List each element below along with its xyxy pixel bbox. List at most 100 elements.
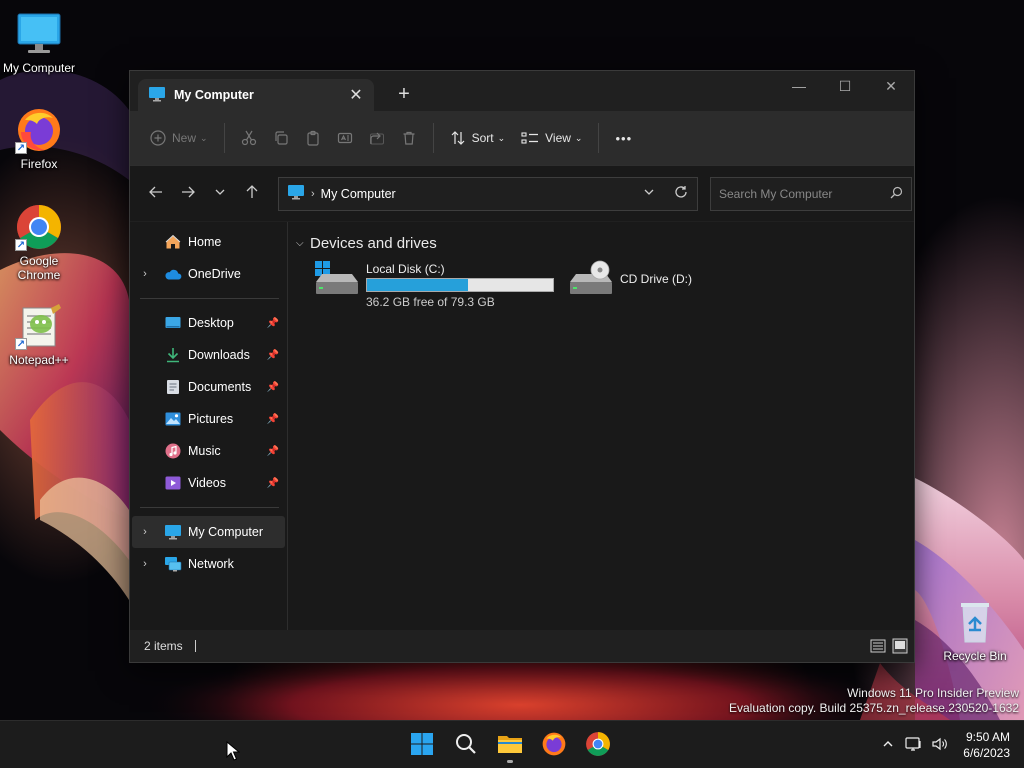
drive-local-disk-c[interactable]: Local Disk (C:) 36.2 GB free of 79.3 GB bbox=[310, 256, 558, 309]
more-options-button[interactable]: ••• bbox=[607, 121, 640, 155]
details-view-button[interactable] bbox=[870, 638, 886, 654]
sidebar-item-network[interactable]: › Network bbox=[132, 548, 285, 580]
expand-chevron-icon[interactable]: › bbox=[132, 268, 158, 280]
close-button[interactable]: ✕ bbox=[868, 71, 914, 101]
desktop-icon-label: Recycle Bin bbox=[943, 649, 1007, 663]
minimize-button[interactable]: — bbox=[776, 71, 822, 101]
toolbar-divider bbox=[432, 123, 434, 153]
up-button[interactable] bbox=[236, 178, 268, 210]
taskbar-chrome[interactable] bbox=[576, 725, 620, 765]
start-button[interactable] bbox=[400, 725, 444, 765]
drive-usage-fill bbox=[367, 279, 468, 291]
pin-icon[interactable]: 📌 bbox=[267, 382, 279, 393]
sidebar-item-onedrive[interactable]: › OneDrive bbox=[132, 258, 285, 290]
tab-close-button[interactable]: ✕ bbox=[346, 85, 366, 105]
forward-button[interactable] bbox=[172, 178, 204, 210]
view-button-label: View bbox=[545, 131, 571, 145]
taskbar-file-explorer[interactable] bbox=[488, 725, 532, 765]
new-button[interactable]: New ⌄ bbox=[142, 121, 216, 155]
pin-icon[interactable]: 📌 bbox=[267, 318, 279, 329]
monitor-icon bbox=[148, 86, 166, 105]
sidebar-item-label: Pictures bbox=[188, 412, 234, 426]
maximize-button[interactable]: ☐ bbox=[822, 71, 868, 101]
recent-locations-button[interactable] bbox=[204, 178, 236, 210]
desktop-icon-notepadpp[interactable]: ↗ Notepad++ bbox=[0, 302, 78, 367]
desktop-icon-recycle-bin[interactable]: Recycle Bin bbox=[936, 598, 1014, 663]
sidebar-item-label: Music bbox=[188, 444, 221, 458]
more-options-icon: ••• bbox=[615, 130, 633, 146]
new-tab-button[interactable]: + bbox=[394, 83, 414, 106]
desktop-icon-my-computer[interactable]: My Computer bbox=[0, 10, 78, 75]
sidebar-divider bbox=[140, 298, 279, 299]
mouse-pointer-icon bbox=[226, 740, 241, 764]
rename-icon bbox=[337, 130, 353, 146]
address-history-button[interactable] bbox=[633, 178, 665, 210]
system-clock[interactable]: 9:50 AM 6/6/2023 bbox=[963, 729, 1014, 761]
desktop-icon-label: My Computer bbox=[2, 61, 76, 75]
search-box[interactable] bbox=[710, 176, 912, 211]
volume-button[interactable] bbox=[927, 729, 953, 761]
delete-button[interactable] bbox=[393, 121, 425, 155]
breadcrumb-my-computer[interactable]: My Computer bbox=[321, 187, 633, 201]
running-indicator bbox=[507, 760, 513, 763]
details-view-icon bbox=[870, 639, 886, 653]
desktop-icon-label: Google Chrome bbox=[17, 254, 61, 282]
toolbar-divider bbox=[223, 123, 225, 153]
expand-chevron-icon[interactable]: › bbox=[132, 558, 158, 570]
cut-button[interactable] bbox=[233, 121, 265, 155]
search-button[interactable] bbox=[444, 725, 488, 765]
drive-space-info: 36.2 GB free of 79.3 GB bbox=[366, 295, 495, 309]
copy-button[interactable] bbox=[265, 121, 297, 155]
chevron-down-icon: ⌄ bbox=[574, 132, 583, 143]
sidebar-item-label: My Computer bbox=[188, 525, 264, 539]
desktop-icon-label: Notepad++ bbox=[9, 353, 69, 367]
pin-icon[interactable]: 📌 bbox=[267, 478, 279, 489]
sidebar-item-videos[interactable]: Videos 📌 bbox=[132, 467, 285, 499]
chevron-down-icon: ⌄ bbox=[497, 132, 506, 143]
sidebar-item-label: Downloads bbox=[188, 348, 250, 362]
tab-my-computer[interactable]: My Computer ✕ bbox=[138, 79, 374, 111]
sidebar-item-downloads[interactable]: Downloads 📌 bbox=[132, 339, 285, 371]
copy-icon bbox=[273, 130, 289, 146]
sidebar-item-label: Desktop bbox=[188, 316, 234, 330]
search-input[interactable] bbox=[719, 186, 890, 201]
view-button[interactable]: View ⌄ bbox=[513, 121, 590, 155]
file-list-pane: ⌵ Devices and drives Local Disk (C:) 36.… bbox=[288, 222, 914, 630]
desktop-icon-firefox[interactable]: ↗ Firefox bbox=[0, 106, 78, 171]
refresh-button[interactable] bbox=[665, 178, 697, 210]
taskbar-firefox[interactable] bbox=[532, 725, 576, 765]
sidebar-divider bbox=[140, 507, 279, 508]
pin-icon[interactable]: 📌 bbox=[267, 350, 279, 361]
sidebar-item-my-computer[interactable]: › My Computer bbox=[132, 516, 285, 548]
address-bar[interactable]: › My Computer bbox=[278, 176, 698, 211]
sidebar-item-desktop[interactable]: Desktop 📌 bbox=[132, 307, 285, 339]
paste-button[interactable] bbox=[297, 121, 329, 155]
pin-icon[interactable]: 📌 bbox=[267, 414, 279, 425]
firefox-icon bbox=[541, 731, 567, 760]
monitor-icon bbox=[287, 184, 305, 203]
sidebar-item-home[interactable]: Home bbox=[132, 226, 285, 258]
new-button-label: New bbox=[172, 131, 197, 145]
search-icon bbox=[455, 733, 477, 758]
sidebar-item-pictures[interactable]: Pictures 📌 bbox=[132, 403, 285, 435]
drive-cd-d[interactable]: CD Drive (D:) bbox=[564, 256, 696, 308]
download-arrow-icon bbox=[164, 347, 182, 363]
large-icons-view-button[interactable] bbox=[892, 638, 908, 654]
clipboard-icon bbox=[305, 130, 321, 146]
title-bar[interactable]: My Computer ✕ + — ☐ ✕ bbox=[130, 71, 914, 111]
share-icon bbox=[369, 130, 385, 146]
picture-icon bbox=[164, 411, 182, 427]
show-hidden-icons-button[interactable] bbox=[875, 729, 901, 761]
share-button[interactable] bbox=[361, 121, 393, 155]
sidebar-item-music[interactable]: Music 📌 bbox=[132, 435, 285, 467]
sort-button[interactable]: Sort ⌄ bbox=[442, 121, 514, 155]
pin-icon[interactable]: 📌 bbox=[267, 446, 279, 457]
rename-button[interactable] bbox=[329, 121, 361, 155]
sidebar-item-documents[interactable]: Documents 📌 bbox=[132, 371, 285, 403]
desktop-icon-google-chrome[interactable]: ↗ Google Chrome bbox=[0, 203, 78, 282]
group-header-devices[interactable]: ⌵ Devices and drives bbox=[296, 232, 906, 254]
network-status-button[interactable] bbox=[901, 729, 927, 761]
expand-chevron-icon[interactable]: › bbox=[132, 526, 158, 538]
back-button[interactable] bbox=[140, 178, 172, 210]
file-explorer-window: My Computer ✕ + — ☐ ✕ New ⌄ Sort ⌄ View … bbox=[129, 70, 915, 663]
